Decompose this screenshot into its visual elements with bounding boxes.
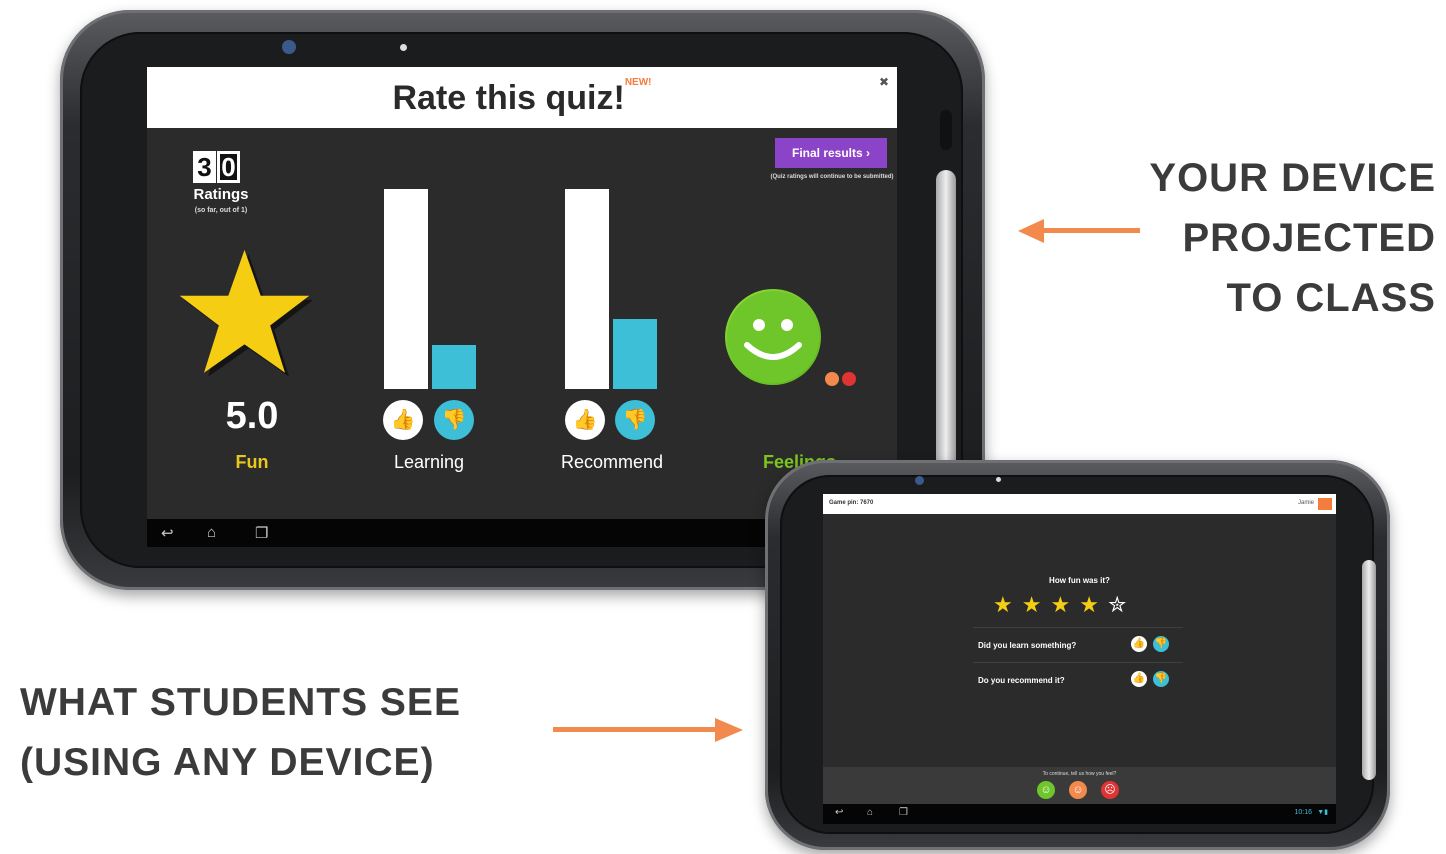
sad-face-icon: [842, 372, 856, 386]
question-learn: Did you learn something?: [978, 641, 1077, 650]
learning-thumbs-up-bar: [384, 189, 428, 389]
star-icon[interactable]: ★: [1050, 594, 1070, 616]
page-title: Rate this quiz!NEW!: [147, 77, 897, 118]
ratings-counter: 3 0: [193, 151, 240, 183]
caption-line: (USING ANY DEVICE): [20, 741, 435, 784]
home-icon[interactable]: ⌂: [207, 524, 216, 541]
neutral-face-button[interactable]: ☺: [1069, 781, 1087, 799]
question-fun: How fun was it?: [1049, 576, 1110, 585]
question-recommend: Do you recommend it?: [978, 676, 1065, 685]
recommend-thumbs-down-bar: [613, 319, 657, 389]
header-bar: Game pin: 7670 Jamie: [823, 494, 1336, 514]
side-stylus: [1362, 560, 1376, 780]
caption-students: WHAT STUDENTS SEE (USING ANY DEVICE): [20, 673, 461, 793]
student-screen: Game pin: 7670 Jamie How fun was it? ★ ★…: [823, 494, 1336, 824]
thumbs-up-button[interactable]: 👍: [1131, 671, 1147, 687]
recent-apps-icon[interactable]: ❐: [899, 807, 908, 818]
thumbs-down-icon: 👎: [434, 400, 474, 440]
metric-label-fun: Fun: [235, 452, 269, 472]
caption-line: PROJECTED: [1182, 216, 1436, 260]
happy-face-button[interactable]: ☺: [1037, 781, 1055, 799]
ratings-digit: 3: [193, 151, 216, 183]
game-pin: Game pin: 7670: [829, 500, 874, 506]
star-icon: [179, 249, 312, 377]
thumbs-down-icon: 👎: [615, 400, 655, 440]
user-badge: [1318, 498, 1332, 510]
status-time: 10:16: [1294, 809, 1312, 816]
caption-projected: YOUR DEVICE PROJECTED TO CLASS: [1149, 148, 1436, 328]
thumbs-up-icon: 👍: [565, 400, 605, 440]
thumbs-down-button[interactable]: 👎: [1153, 636, 1169, 652]
sad-face-button[interactable]: ☹: [1101, 781, 1119, 799]
star-icon[interactable]: ★: [1079, 594, 1099, 616]
divider: [973, 662, 1183, 663]
home-icon[interactable]: ⌂: [867, 807, 873, 818]
caption-line: YOUR DEVICE: [1149, 156, 1436, 200]
star-outline-icon[interactable]: ✮: [1108, 594, 1126, 616]
divider: [973, 627, 1183, 628]
back-icon[interactable]: ↩: [161, 524, 174, 542]
arrow-right: [553, 727, 718, 732]
android-nav-bar: ↩ ⌂ ❐ 10:16 ▼▮: [823, 804, 1336, 824]
title-text: Rate this quiz!: [392, 79, 625, 117]
arrow-left-head: [1018, 219, 1044, 243]
speaker-grille: [940, 110, 952, 150]
learning-thumbs-down-bar: [432, 345, 476, 389]
front-camera: [282, 40, 296, 54]
side-stylus: [936, 170, 956, 470]
new-badge: NEW!: [624, 77, 652, 88]
fullscreen-exit-icon[interactable]: ✖: [879, 75, 889, 89]
recent-apps-icon[interactable]: ❐: [255, 524, 268, 542]
star-icon[interactable]: ★: [1022, 594, 1042, 616]
continue-prompt: To continue, tell us how you feel?: [1042, 771, 1117, 777]
star-icon[interactable]: ★: [993, 594, 1013, 616]
caption-line: TO CLASS: [1226, 276, 1436, 320]
sensor-dot: [400, 44, 407, 51]
back-icon[interactable]: ↩: [835, 807, 843, 818]
neutral-face-icon: [825, 372, 839, 386]
ratings-subtext: (so far, out of 1): [194, 207, 248, 214]
arrow-left: [1040, 228, 1140, 233]
ratings-label: Ratings: [193, 186, 249, 203]
thumbs-down-button[interactable]: 👎: [1153, 671, 1169, 687]
wifi-icon: ▼▮: [1317, 809, 1328, 816]
recommend-thumbs-up-bar: [565, 189, 609, 389]
fun-score: 5.0: [225, 395, 279, 437]
happy-face-icon: [725, 289, 821, 385]
arrow-right-head: [715, 718, 743, 742]
star-rating[interactable]: ★ ★ ★ ★ ✮: [993, 594, 1126, 616]
thumbs-up-button[interactable]: 👍: [1131, 636, 1147, 652]
header-bar: Rate this quiz!NEW! ✖: [147, 67, 897, 128]
sensor-dot: [996, 477, 1001, 482]
caption-line: WHAT STUDENTS SEE: [20, 681, 461, 724]
thumbs-up-icon: 👍: [383, 400, 423, 440]
metric-label-recommend: Recommend: [560, 452, 664, 472]
metric-label-learning: Learning: [393, 452, 465, 472]
feelings-panel: To continue, tell us how you feel? ☺ ☺ ☹: [823, 767, 1336, 804]
final-results-button[interactable]: Final results ›: [775, 138, 887, 168]
final-results-note: (Quiz ratings will continue to be submit…: [770, 174, 894, 180]
front-camera: [915, 476, 924, 485]
username: Jamie: [1297, 500, 1314, 506]
ratings-digit: 0: [217, 151, 240, 183]
